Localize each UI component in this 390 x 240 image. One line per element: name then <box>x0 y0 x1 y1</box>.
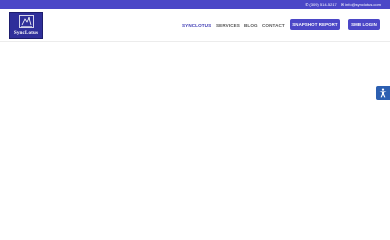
email-contact[interactable]: ✉ info@synclotus.com <box>341 2 381 7</box>
phone-contact[interactable]: ✆ (309) 514-5217 <box>305 2 337 7</box>
nav-item-blog[interactable]: BLOG <box>244 23 258 28</box>
accessibility-button[interactable] <box>376 86 390 100</box>
nav-item-services[interactable]: SERVICES <box>216 23 240 28</box>
accessibility-icon <box>379 88 387 98</box>
site-header: SyncLotus SYNCLOTUS SERVICES BLOG CONTAC… <box>0 9 390 42</box>
phone-icon: ✆ <box>305 2 309 7</box>
email-address[interactable]: info@synclotus.com <box>345 2 381 7</box>
site-logo[interactable]: SyncLotus <box>9 12 43 39</box>
smb-login-button[interactable]: SMB LOGIN <box>348 19 380 30</box>
lotus-logo-icon <box>19 15 34 28</box>
logo-text: SyncLotus <box>13 30 39 36</box>
nav-item-contact[interactable]: CONTACT <box>262 23 285 28</box>
phone-number[interactable]: (309) 514-5217 <box>309 2 336 7</box>
top-contact-bar: ✆ (309) 514-5217 ✉ info@synclotus.com <box>0 0 390 9</box>
snapshot-report-button[interactable]: SNAPSHOT REPORT <box>290 19 340 30</box>
envelope-icon: ✉ <box>340 2 345 7</box>
nav-item-synclotus[interactable]: SYNCLOTUS <box>182 23 211 28</box>
